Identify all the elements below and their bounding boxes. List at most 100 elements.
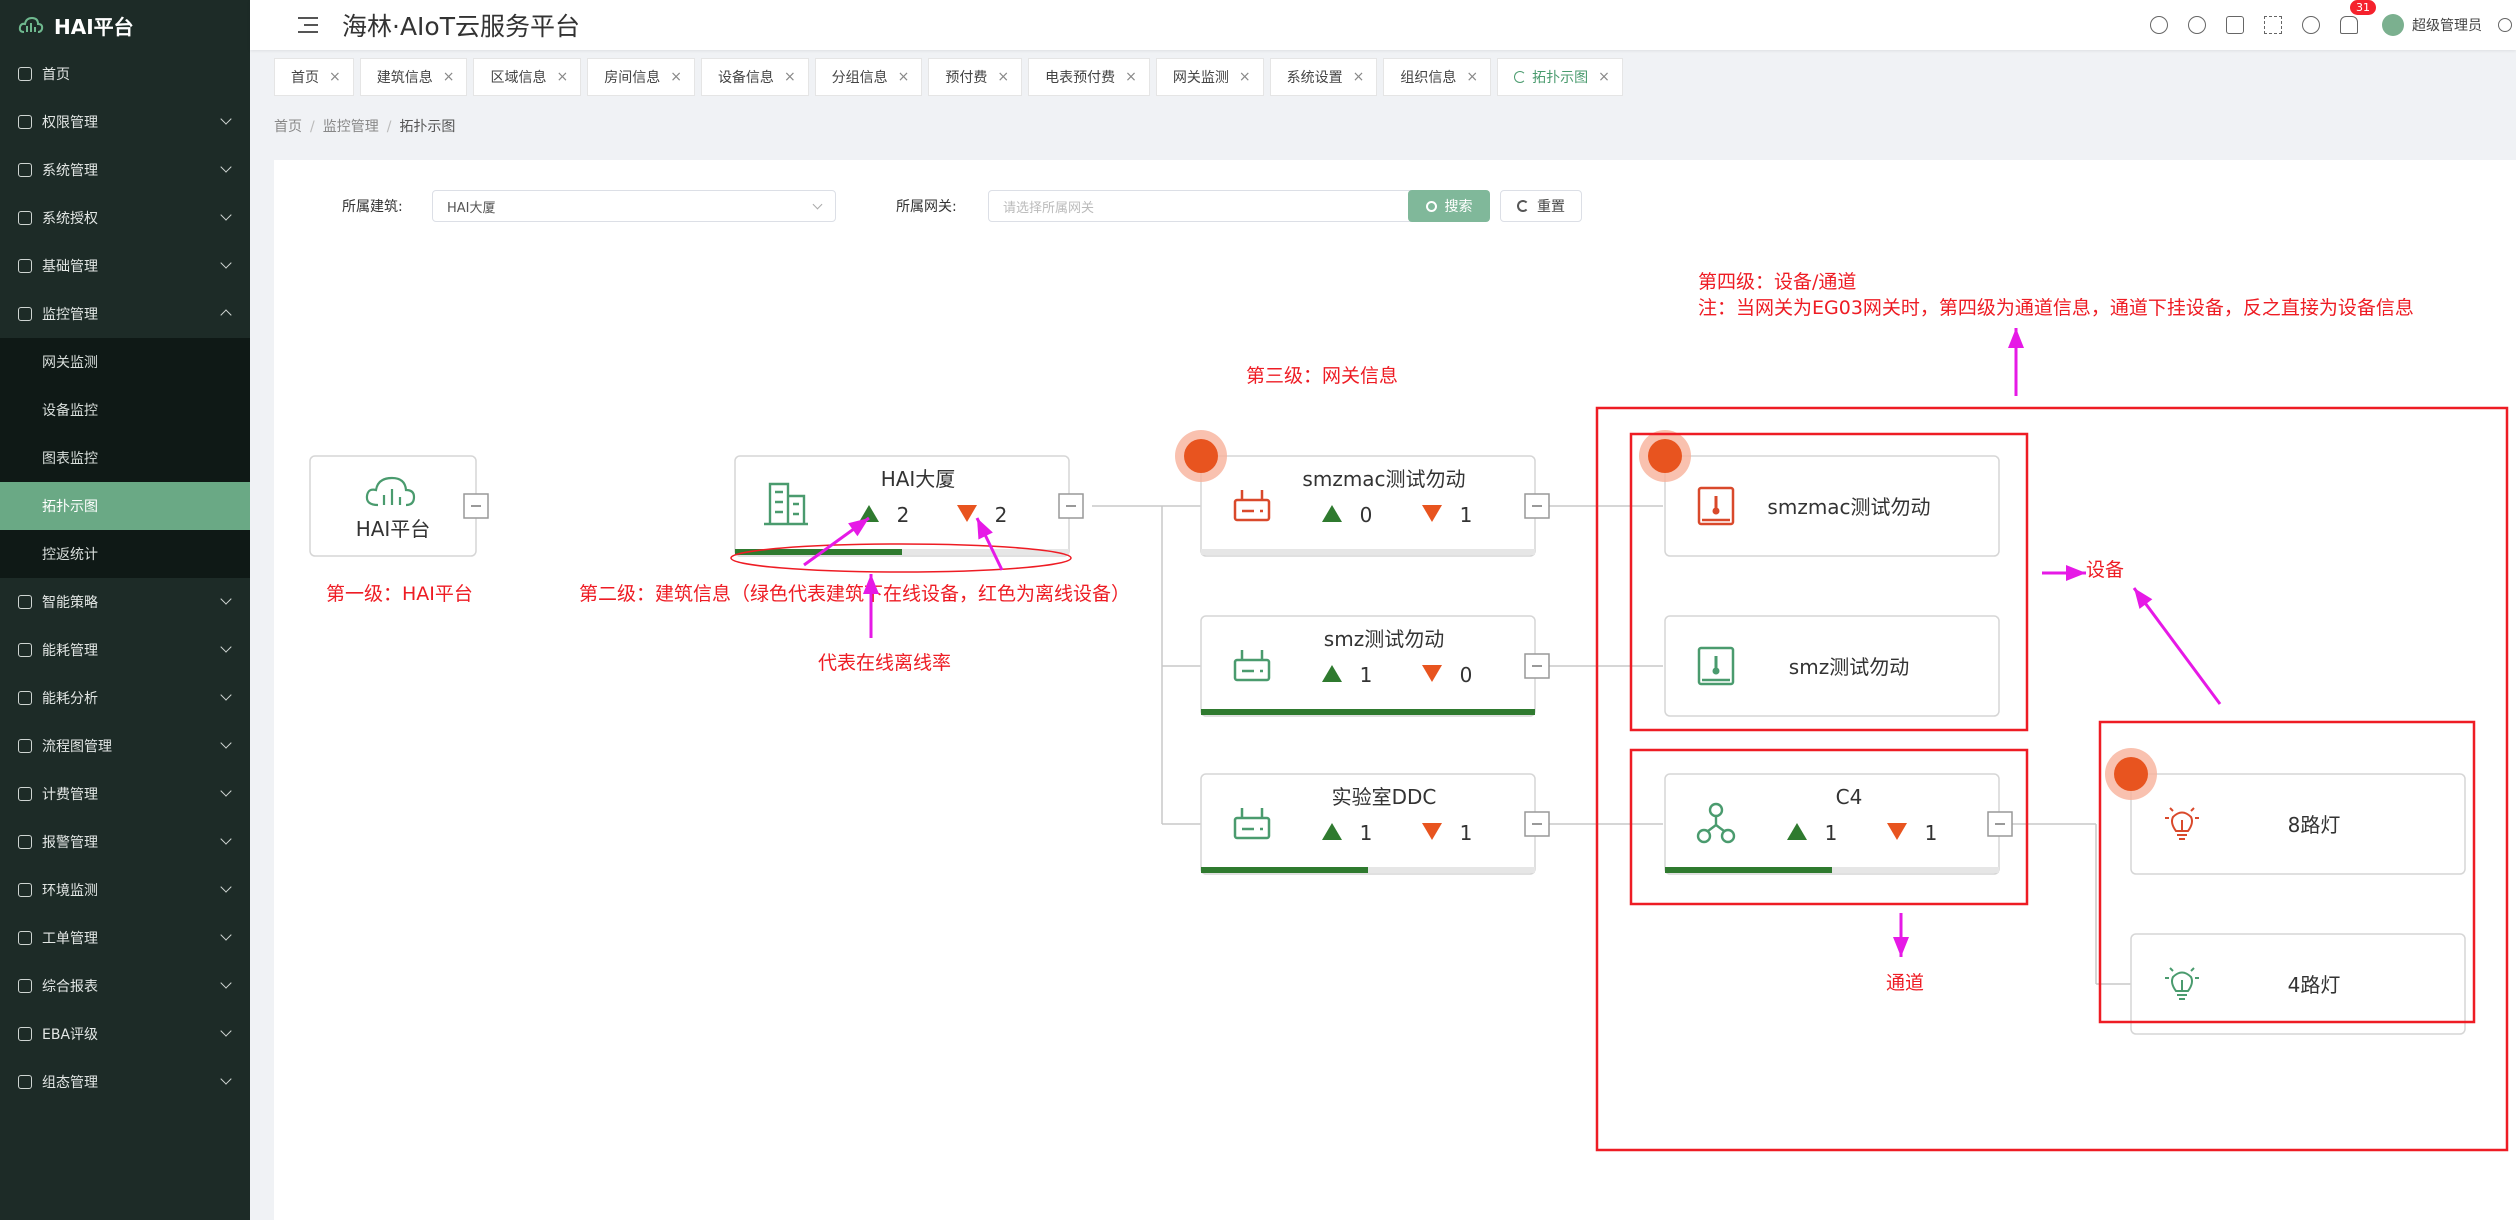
collapse-button[interactable]	[1524, 811, 1550, 837]
breadcrumb-separator: /	[310, 119, 315, 135]
close-icon[interactable]: ×	[784, 69, 796, 85]
user-name[interactable]: 超级管理员	[2412, 15, 2482, 35]
close-icon[interactable]: ×	[1125, 69, 1137, 85]
close-icon[interactable]: ×	[1466, 69, 1478, 85]
tab-7[interactable]: 电表预付费 ×	[1028, 58, 1150, 96]
collapse-button[interactable]	[1058, 493, 1084, 519]
sidebar-item-label: 组态管理	[42, 1075, 98, 1091]
collapse-button[interactable]	[1524, 653, 1550, 679]
tab-2[interactable]: 区域信息 ×	[473, 58, 582, 96]
sidebar-item-5[interactable]: 监控管理	[0, 290, 250, 338]
level4-title-annotation: 第四级：设备/通道	[1698, 271, 1856, 293]
chevron-down-icon	[220, 689, 232, 701]
app-logo[interactable]: HAI平台	[0, 0, 250, 50]
language-icon[interactable]	[2498, 18, 2512, 32]
submenu-item[interactable]: 拓扑示图	[0, 482, 250, 530]
notification-bell[interactable]: 31	[2340, 0, 2376, 34]
online-rate-annotation: 代表在线离线率	[818, 652, 951, 674]
main-content: 所属建筑: HAI大厦 所属网关: 请选择所属网关 搜索 重置 HAI平台 HAI…	[274, 160, 2516, 1220]
close-icon[interactable]: ×	[1353, 69, 1365, 85]
sidebar-item-6[interactable]: 智能策略	[0, 578, 250, 626]
help-icon[interactable]	[2188, 16, 2206, 34]
submenu-item[interactable]: 控返统计	[0, 530, 250, 578]
pin-icon	[18, 595, 32, 609]
gear-icon[interactable]	[2226, 16, 2244, 34]
close-icon[interactable]: ×	[997, 69, 1009, 85]
menu-toggle-icon[interactable]	[298, 17, 318, 33]
tab-label: 设备信息	[717, 70, 774, 86]
close-icon[interactable]: ×	[329, 69, 341, 85]
tab-5[interactable]: 分组信息 ×	[814, 58, 923, 96]
sidebar-item-label: 能耗管理	[42, 643, 98, 659]
sidebar-item-label: 监控管理	[42, 307, 98, 323]
sidebar-item-1[interactable]: 权限管理	[0, 98, 250, 146]
sidebar-item-14[interactable]: 综合报表	[0, 962, 250, 1010]
list-icon	[18, 931, 32, 945]
avatar[interactable]	[2382, 14, 2404, 36]
channel-annotation: 通道	[1886, 972, 1924, 994]
sidebar-item-13[interactable]: 工单管理	[0, 914, 250, 962]
sidebar-item-label: 报警管理	[42, 835, 98, 851]
submenu-item[interactable]: 图表监控	[0, 434, 250, 482]
tab-3[interactable]: 房间信息 ×	[587, 58, 695, 96]
bars-icon	[18, 1027, 32, 1041]
sidebar-item-12[interactable]: 环境监测	[0, 866, 250, 914]
close-icon[interactable]: ×	[670, 69, 682, 85]
online-rate-fill	[1201, 867, 1368, 873]
tab-11[interactable]: 拓扑示图 ×	[1497, 58, 1623, 96]
level2-annotation: 第二级：建筑信息（绿色代表建筑下在线设备，红色为离线设备）	[579, 583, 1130, 605]
tab-0[interactable]: 首页 ×	[274, 58, 354, 96]
collapse-button[interactable]	[463, 493, 489, 519]
close-icon[interactable]: ×	[1239, 69, 1251, 85]
sidebar-item-10[interactable]: 计费管理	[0, 770, 250, 818]
sidebar-item-8[interactable]: 能耗分析	[0, 674, 250, 722]
alarm-dot	[2114, 757, 2148, 791]
chevron-down-icon	[220, 833, 232, 845]
sidebar-item-11[interactable]: 报警管理	[0, 818, 250, 866]
sidebar-item-0[interactable]: 首页	[0, 50, 250, 98]
sidebar-item-7[interactable]: 能耗管理	[0, 626, 250, 674]
breadcrumb-item[interactable]: 首页	[274, 119, 302, 135]
root-node[interactable]	[309, 455, 477, 557]
submenu-item[interactable]: 设备监控	[0, 386, 250, 434]
sidebar-item-16[interactable]: 组态管理	[0, 1058, 250, 1106]
offline-count: 1	[1460, 821, 1473, 845]
fullscreen-icon[interactable]	[2264, 16, 2282, 34]
root-node-name: HAI平台	[356, 517, 431, 541]
home-icon	[18, 67, 32, 81]
device-node-name: smzmac测试勿动	[1767, 495, 1930, 519]
sidebar-item-2[interactable]: 系统管理	[0, 146, 250, 194]
close-icon[interactable]: ×	[1598, 69, 1610, 85]
annotation-arrow	[2042, 565, 2086, 581]
tab-label: 预付费	[945, 70, 988, 86]
submenu-item[interactable]: 网关监测	[0, 338, 250, 386]
tab-9[interactable]: 系统设置 ×	[1269, 58, 1378, 96]
collapse-button[interactable]	[1987, 811, 2013, 837]
tabs-bar: 首页 × 建筑信息 × 区域信息 × 房间信息 × 设备信息 × 分组信息 × 预付费 × 电表预付费 × 网关…	[250, 56, 2516, 98]
tab-1[interactable]: 建筑信息 ×	[359, 58, 468, 96]
offline-count: 2	[995, 503, 1008, 527]
light-device-name: 8路灯	[2288, 813, 2341, 837]
tab-6[interactable]: 预付费 ×	[928, 58, 1023, 96]
cube-icon[interactable]	[2302, 16, 2320, 34]
level3-annotation: 第三级：网关信息	[1246, 365, 1398, 387]
collapse-button[interactable]	[1524, 493, 1550, 519]
close-icon[interactable]: ×	[898, 69, 910, 85]
sidebar-item-3[interactable]: 系统授权	[0, 194, 250, 242]
monitor-icon	[18, 163, 32, 177]
sidebar-item-15[interactable]: EBA评级	[0, 1010, 250, 1058]
shield-icon	[18, 115, 32, 129]
tab-10[interactable]: 组织信息 ×	[1383, 58, 1492, 96]
search-icon[interactable]	[2150, 16, 2168, 34]
gateway-node-name: smzmac测试勿动	[1302, 467, 1465, 491]
page-title: 海林·AIoT云服务平台	[342, 12, 580, 41]
sidebar-item-9[interactable]: 流程图管理	[0, 722, 250, 770]
chevron-down-icon	[220, 977, 232, 989]
breadcrumb-item[interactable]: 监控管理	[323, 119, 379, 135]
tab-8[interactable]: 网关监测 ×	[1155, 58, 1264, 96]
sidebar-item-4[interactable]: 基础管理	[0, 242, 250, 290]
close-icon[interactable]: ×	[443, 69, 455, 85]
offline-count: 1	[1925, 821, 1938, 845]
close-icon[interactable]: ×	[556, 69, 568, 85]
tab-4[interactable]: 设备信息 ×	[700, 58, 809, 96]
